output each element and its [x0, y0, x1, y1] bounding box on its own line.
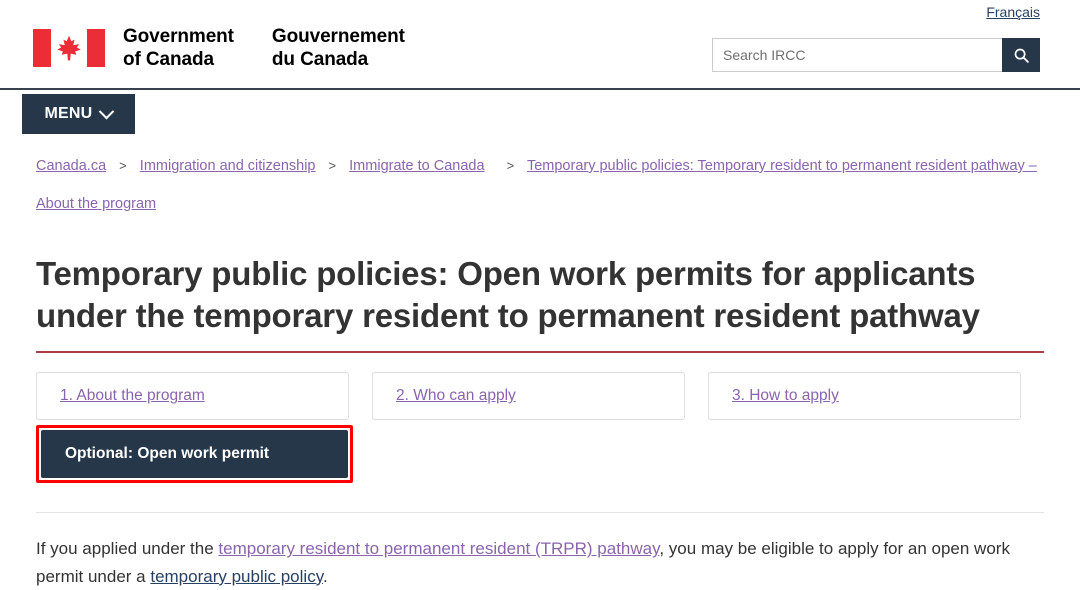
section-nav-tabs: 1. About the program 2. Who can apply 3.…	[36, 372, 1044, 421]
government-of-canada-brand[interactable]: Government of Canada Gouvernement du Can…	[33, 25, 405, 71]
language-bar: Français	[986, 4, 1040, 22]
site-header: Français Government of Canada Gouverneme…	[0, 0, 1080, 90]
breadcrumb-link-canada-ca[interactable]: Canada.ca	[36, 158, 106, 174]
breadcrumb: Canada.ca > Immigration and citizenship …	[0, 148, 1080, 223]
maple-leaf-icon	[57, 35, 81, 61]
tab-how-to-apply-label: 3. How to apply	[732, 387, 839, 405]
wordmark-english: Government of Canada	[123, 26, 234, 71]
tab-who-can-apply[interactable]: 2. Who can apply	[372, 372, 685, 421]
page-title: Temporary public policies: Open work per…	[36, 253, 1044, 354]
flag-right-bar	[87, 29, 105, 68]
tab-about-the-program-label: 1. About the program	[60, 387, 205, 405]
breadcrumb-separator-1: >	[320, 158, 346, 174]
chevron-right-icon: >	[119, 158, 127, 173]
highlight-box-open-work-permit: Optional: Open work permit	[36, 425, 353, 484]
breadcrumb-link-immigrate-to-canada[interactable]: Immigrate to Canada	[349, 158, 484, 174]
link-trpr-pathway[interactable]: temporary resident to permanent resident…	[218, 539, 659, 558]
search-input[interactable]	[712, 38, 1002, 72]
chevron-right-icon: >	[328, 158, 337, 173]
canada-flag-icon	[33, 29, 105, 68]
wordmark-french: Gouvernement du Canada	[271, 26, 405, 71]
language-toggle-link[interactable]: Français	[986, 4, 1040, 20]
menu-button-label: MENU	[44, 105, 93, 122]
menu-button[interactable]: MENU	[22, 94, 135, 134]
tab-how-to-apply[interactable]: 3. How to apply	[708, 372, 1021, 421]
chevron-down-icon	[99, 103, 115, 119]
tab-optional-open-work-permit-label: Optional: Open work permit	[65, 445, 270, 463]
breadcrumb-item-1: Immigration and citizenship	[140, 158, 316, 174]
intro-paragraph: If you applied under the temporary resid…	[36, 535, 1044, 590]
search-button[interactable]	[1002, 38, 1040, 72]
breadcrumb-link-immigration-and-citizenship[interactable]: Immigration and citizenship	[140, 158, 316, 174]
wordmark: Government of Canada Gouvernement du Can…	[123, 25, 405, 71]
breadcrumb-separator-0: >	[110, 158, 136, 174]
breadcrumb-item-0: Canada.ca	[36, 158, 106, 174]
site-search	[712, 38, 1040, 72]
content-divider	[36, 512, 1044, 514]
tab-about-the-program[interactable]: 1. About the program	[36, 372, 349, 421]
paragraph-text-part-1: If you applied under the	[36, 539, 219, 559]
breadcrumb-list: Canada.ca > Immigration and citizenship …	[36, 148, 1044, 223]
main-content: Temporary public policies: Open work per…	[0, 253, 1080, 590]
tab-optional-open-work-permit[interactable]: Optional: Open work permit	[41, 430, 348, 479]
search-icon	[1014, 48, 1029, 63]
breadcrumb-item-2: Immigrate to Canada	[349, 158, 484, 174]
section-nav-tabs-row-2: Optional: Open work permit	[36, 425, 1044, 484]
tab-who-can-apply-label: 2. Who can apply	[396, 387, 516, 405]
flag-left-bar	[33, 29, 51, 68]
chevron-right-icon: >	[506, 158, 515, 173]
